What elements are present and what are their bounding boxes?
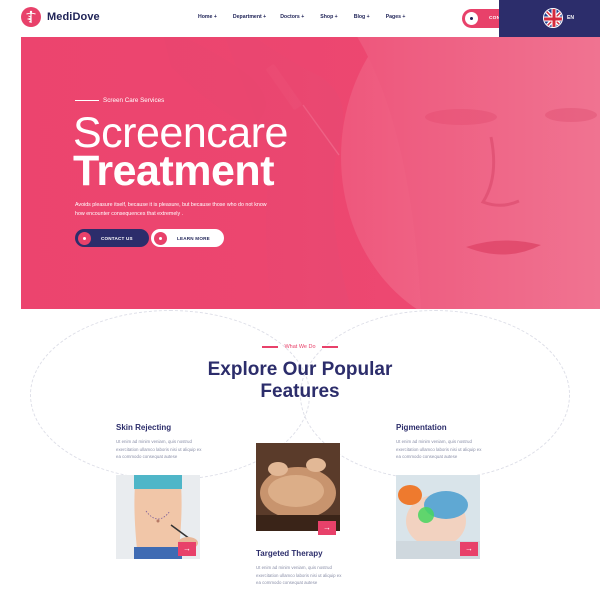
nav-item-shop[interactable]: Shop +: [320, 14, 337, 20]
features-title-line-2: Features: [260, 381, 340, 402]
hero-contact-button[interactable]: CONTACT US: [75, 229, 149, 247]
hero-contact-label: CONTACT US: [101, 235, 133, 241]
hero-banner: Screen Care Services Screencare Treatmen…: [21, 37, 600, 309]
language-label: EN: [567, 15, 574, 21]
kicker-line: [262, 346, 279, 348]
kicker-line: [75, 100, 99, 101]
hero-description: Avoids pleasure itself, because it is pl…: [75, 202, 267, 217]
arrow-right-icon: →: [323, 523, 331, 532]
hero-learn-more-label: LEARN MORE: [177, 235, 210, 241]
main-nav: Home + Department + Doctors + Shop + Blo…: [198, 14, 421, 20]
feature-arrow-button-pigmentation[interactable]: →: [460, 542, 478, 556]
dot-icon: [465, 12, 478, 25]
kicker-line: [321, 346, 338, 348]
dot-icon: [78, 231, 91, 245]
feature-title-targeted-therapy[interactable]: Targeted Therapy: [256, 549, 323, 558]
caduceus-icon: [21, 7, 41, 27]
hero-learn-more-button[interactable]: LEARN MORE: [151, 229, 224, 247]
hero-kicker: Screen Care Services: [75, 97, 164, 104]
nav-item-department[interactable]: Department +: [233, 14, 266, 20]
nav-item-pages[interactable]: Pages +: [386, 14, 406, 20]
arrow-right-icon: →: [183, 544, 191, 553]
brand-name: MediDove: [47, 11, 100, 23]
feature-title-pigmentation[interactable]: Pigmentation: [396, 423, 447, 432]
feature-arrow-button-skin-rejecting[interactable]: →: [178, 542, 196, 556]
uk-flag-icon: [543, 8, 563, 28]
dot-icon: [154, 231, 167, 245]
features-title-line-1: Explore Our Popular: [207, 359, 393, 380]
nav-item-home[interactable]: Home +: [198, 14, 217, 20]
hero-kicker-text: Screen Care Services: [103, 97, 165, 104]
language-selector[interactable]: EN: [499, 0, 600, 37]
feature-text-targeted-therapy: Ut enim ad minim veniam, quis nostrud ex…: [256, 565, 342, 586]
nav-item-blog[interactable]: Blog +: [354, 14, 370, 20]
logo[interactable]: MediDove: [21, 7, 100, 27]
arrow-right-icon: →: [465, 544, 473, 553]
features-kicker-text: What We Do: [284, 344, 316, 350]
feature-text-pigmentation: Ut enim ad minim veniam, quis nostrud ex…: [396, 439, 482, 460]
nav-item-doctors[interactable]: Doctors +: [280, 14, 304, 20]
feature-title-skin-rejecting[interactable]: Skin Rejecting: [116, 423, 171, 432]
features-kicker: What We Do: [0, 344, 600, 350]
feature-image-targeted-therapy: [256, 443, 340, 531]
hero-title-line-2: Treatment: [73, 147, 275, 195]
feature-text-skin-rejecting: Ut enim ad minim veniam, quis nostrud ex…: [116, 439, 202, 460]
feature-arrow-button-targeted-therapy[interactable]: →: [318, 521, 336, 535]
site-header: MediDove Home + Department + Doctors + S…: [0, 0, 600, 37]
